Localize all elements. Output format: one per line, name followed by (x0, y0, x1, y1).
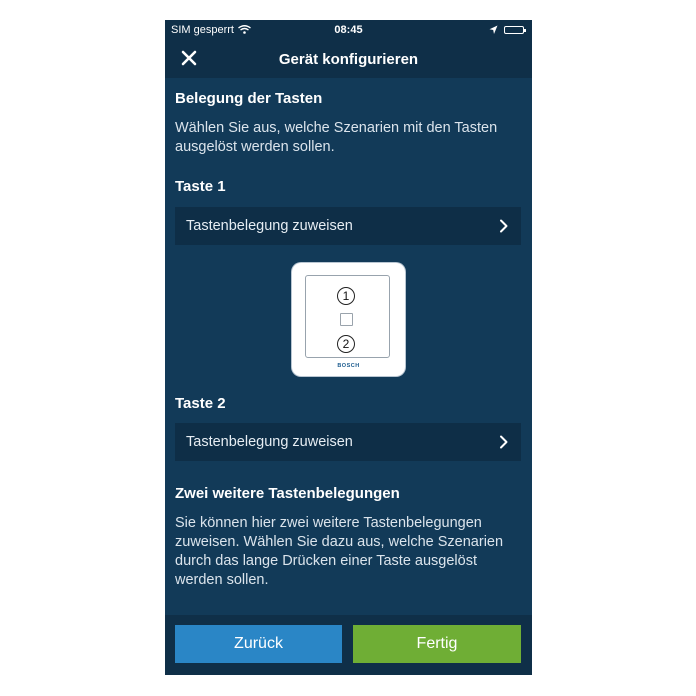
battery-icon (504, 26, 526, 34)
footer-bar: Zurück Fertig (165, 615, 532, 675)
status-bar: SIM gesperrt 08:45 (165, 20, 532, 41)
button1-heading: Taste 1 (175, 178, 226, 195)
device-button2-number: 2 (337, 335, 355, 353)
assign-button1-label: Tastenbelegung zuweisen (186, 218, 353, 234)
extra-description: Sie können hier zwei weitere Tastenbeleg… (175, 515, 504, 588)
location-arrow-icon (489, 25, 498, 34)
device-center-square (340, 313, 353, 326)
assignment-description: Wählen Sie aus, welche Szenarien mit den… (175, 120, 498, 155)
page-title: Gerät konfigurieren (278, 51, 419, 68)
extra-heading: Zwei weitere Tastenbelegungen (175, 485, 400, 502)
assign-button2-row[interactable]: Tastenbelegung zuweisen (175, 423, 521, 461)
button2-heading: Taste 2 (175, 395, 226, 412)
assign-button2-label: Tastenbelegung zuweisen (186, 434, 353, 450)
assign-button1-row[interactable]: Tastenbelegung zuweisen (175, 207, 521, 245)
device-illustration: 1 2 BOSCH (292, 263, 405, 376)
back-button[interactable]: Zurück (175, 625, 342, 663)
done-button[interactable]: Fertig (353, 625, 521, 663)
device-brand-logo: BOSCH (337, 363, 360, 369)
device-frame: 1 2 (305, 275, 390, 358)
clock: 08:45 (334, 24, 363, 36)
chevron-right-icon (500, 219, 508, 233)
device-button1-number: 1 (337, 287, 355, 305)
nav-bar: Gerät konfigurieren (165, 41, 532, 78)
chevron-right-icon (500, 435, 508, 449)
app-screen: SIM gesperrt 08:45 Gerät konfigurieren B… (165, 20, 532, 675)
assignment-heading: Belegung der Tasten (175, 90, 323, 107)
